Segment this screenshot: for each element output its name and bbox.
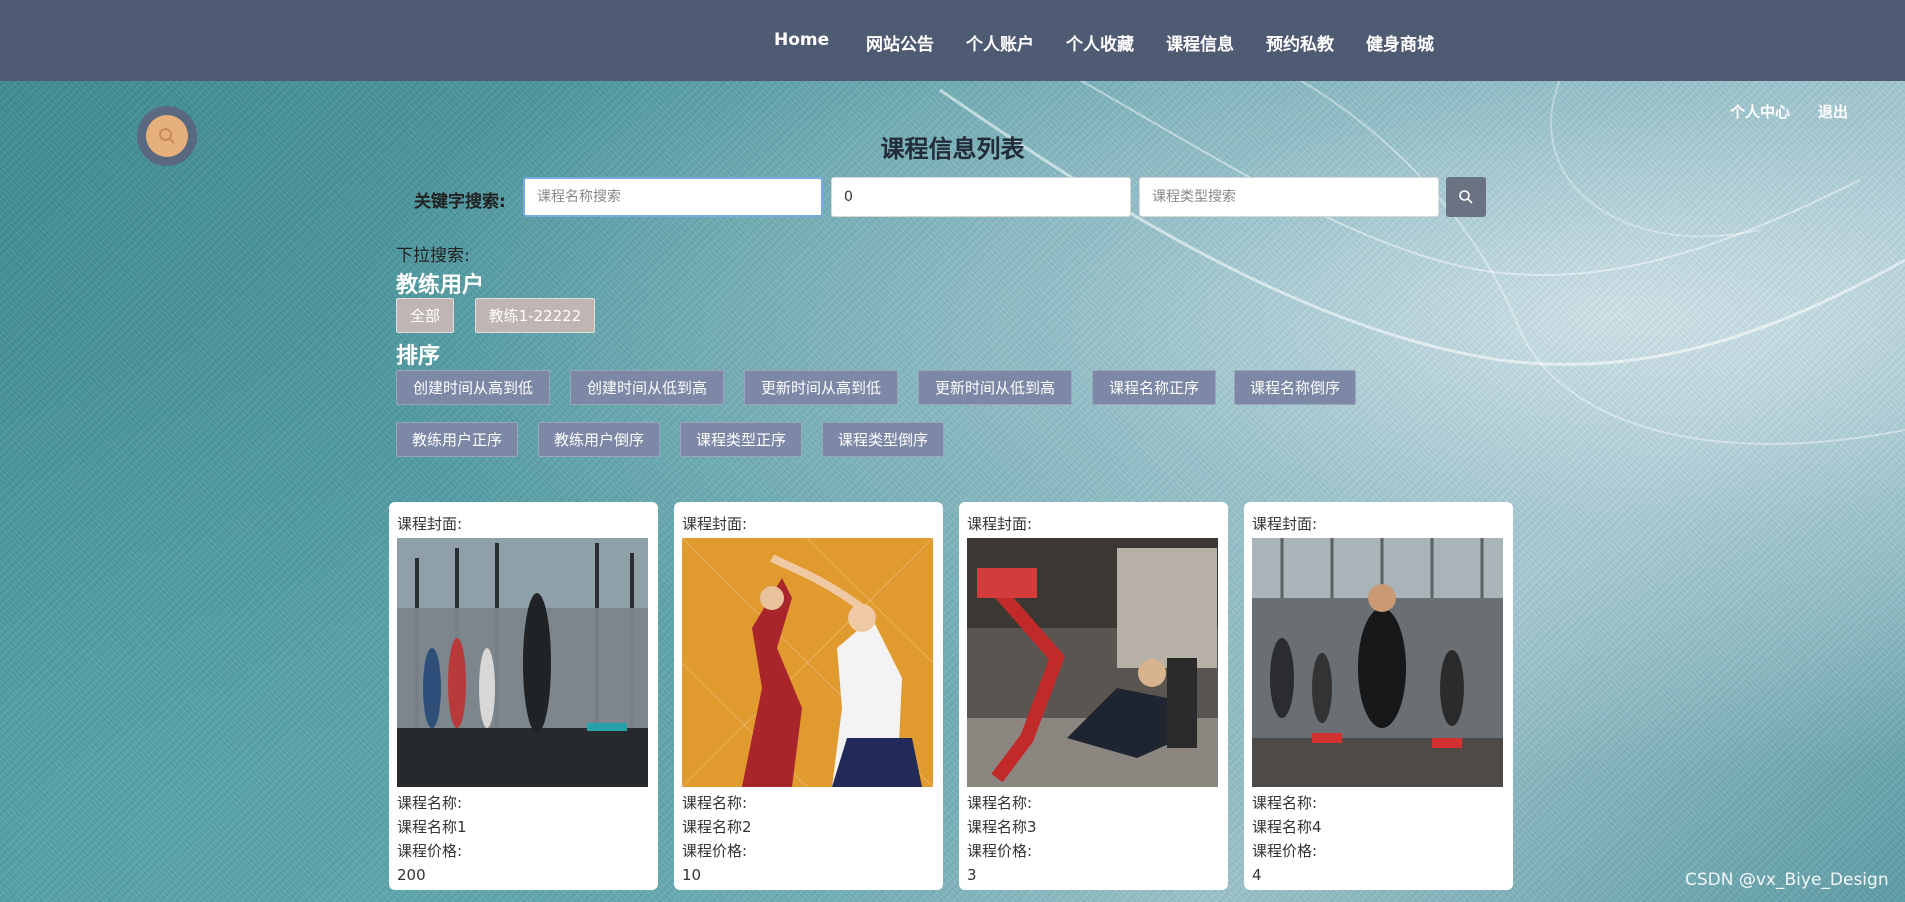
cover-label: 课程封面:: [1252, 515, 1318, 533]
nav-item-courses[interactable]: 课程信息: [1166, 30, 1234, 55]
nav-item-favorites[interactable]: 个人收藏: [1066, 30, 1134, 55]
sort-coach-desc[interactable]: 教练用户倒序: [538, 422, 660, 457]
course-name: 课程名称4: [1252, 818, 1322, 836]
middle-search-input[interactable]: [831, 177, 1131, 217]
course-price: 200: [397, 866, 426, 884]
sort-updated-asc[interactable]: 更新时间从低到高: [918, 370, 1072, 405]
sort-name-desc[interactable]: 课程名称倒序: [1234, 370, 1356, 405]
nav-item-account[interactable]: 个人账户: [966, 30, 1034, 55]
sort-created-asc[interactable]: 创建时间从低到高: [570, 370, 724, 405]
watermark: CSDN @vx_Biye_Design: [1685, 870, 1889, 890]
course-price-label: 课程价格:: [967, 842, 1033, 860]
search-button[interactable]: [1446, 177, 1486, 217]
page-title: 课程信息列表: [880, 135, 1025, 163]
course-name-label: 课程名称:: [682, 794, 748, 812]
course-name-label: 课程名称:: [1252, 794, 1318, 812]
cover-label: 课程封面:: [967, 515, 1033, 533]
course-card[interactable]: 课程封面: 课程名称: 课程名称4 课程价格: 4: [1244, 502, 1513, 890]
coach-filter-all[interactable]: 全部: [396, 298, 454, 333]
course-name: 课程名称2: [682, 818, 752, 836]
cover-label: 课程封面:: [682, 515, 748, 533]
course-name-label: 课程名称:: [967, 794, 1033, 812]
personal-center-link[interactable]: 个人中心: [1730, 101, 1790, 122]
course-name-label: 课程名称:: [397, 794, 463, 812]
coach-section-title: 教练用户: [396, 273, 485, 298]
coach-filter-coach1[interactable]: 教练1-22222: [475, 298, 595, 333]
course-price-label: 课程价格:: [1252, 842, 1318, 860]
nav-item-home[interactable]: Home: [774, 30, 829, 50]
course-card[interactable]: 课程封面: 课程名称: 课程名称3 课程价格: 3: [959, 502, 1228, 890]
course-cover-image[interactable]: [967, 538, 1218, 787]
course-card[interactable]: 课程封面: 课程名称: 课程名称2 课程价格: 10: [674, 502, 943, 890]
sort-type-desc[interactable]: 课程类型倒序: [822, 422, 944, 457]
nav-item-shop[interactable]: 健身商城: [1366, 30, 1434, 55]
course-cover-image[interactable]: [1252, 538, 1503, 787]
sort-section-title: 排序: [396, 344, 441, 369]
course-price: 4: [1252, 866, 1262, 884]
course-cover-image[interactable]: [682, 538, 933, 787]
cover-label: 课程封面:: [397, 515, 463, 533]
course-name: 课程名称1: [397, 818, 467, 836]
search-icon: [1459, 190, 1473, 204]
course-type-search-input[interactable]: [1139, 177, 1439, 217]
course-name: 课程名称3: [967, 818, 1037, 836]
sort-updated-desc[interactable]: 更新时间从高到低: [744, 370, 898, 405]
dropdown-search-label: 下拉搜索:: [396, 246, 470, 266]
sort-type-asc[interactable]: 课程类型正序: [680, 422, 802, 457]
course-name-search-input[interactable]: [523, 177, 823, 217]
course-price: 10: [682, 866, 702, 884]
course-price-label: 课程价格:: [397, 842, 463, 860]
course-price-label: 课程价格:: [682, 842, 748, 860]
nav-item-announcements[interactable]: 网站公告: [866, 30, 934, 55]
logout-link[interactable]: 退出: [1818, 101, 1848, 122]
top-navbar: Home 网站公告 个人账户 个人收藏 课程信息 预约私教 健身商城: [0, 0, 1905, 81]
sort-created-desc[interactable]: 创建时间从高到低: [396, 370, 550, 405]
course-price: 3: [967, 866, 977, 884]
sort-name-asc[interactable]: 课程名称正序: [1092, 370, 1216, 405]
sort-coach-asc[interactable]: 教练用户正序: [396, 422, 518, 457]
course-cover-image[interactable]: [397, 538, 648, 787]
course-card[interactable]: 课程封面: 课程名称: 课程名称1 课程价格: 200: [389, 502, 658, 890]
keyword-search-label: 关键字搜索:: [414, 192, 506, 212]
nav-item-private-coach[interactable]: 预约私教: [1266, 30, 1334, 55]
